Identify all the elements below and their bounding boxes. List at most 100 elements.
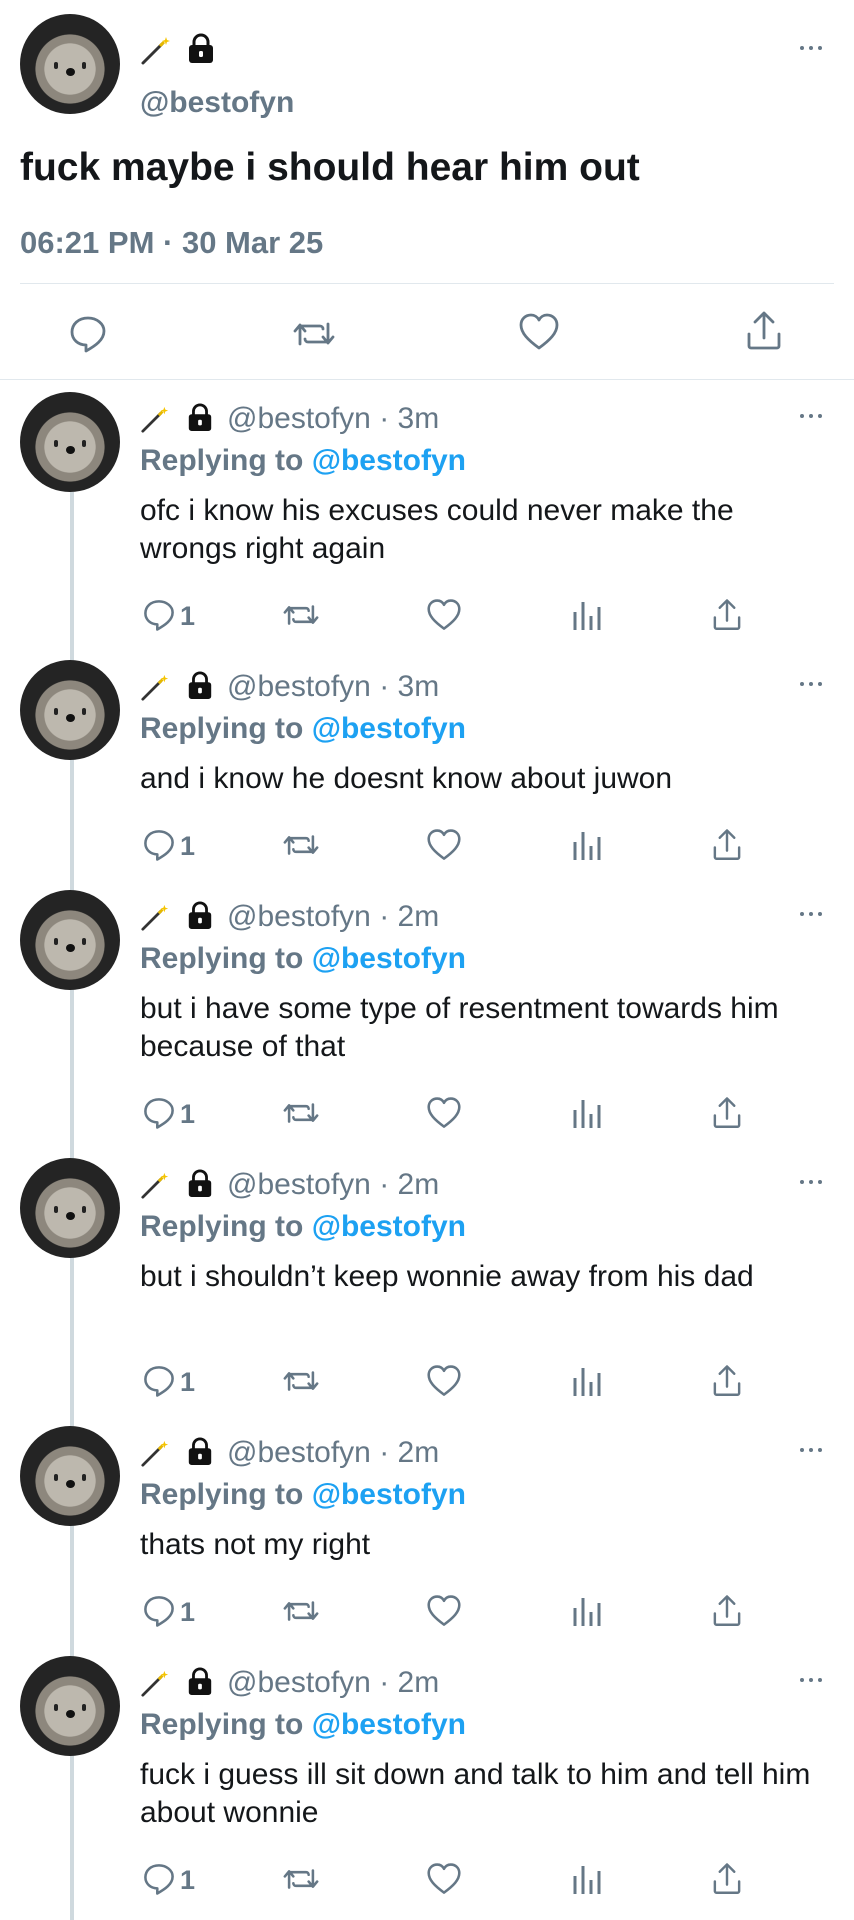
avatar[interactable]	[20, 1426, 120, 1526]
share-icon[interactable]	[710, 1862, 744, 1896]
handle-time[interactable]: @bestofyn · 2m	[227, 1168, 439, 1202]
handle-time[interactable]: @bestofyn · 2m	[227, 1436, 439, 1470]
avatar-nose	[66, 1480, 75, 1488]
reply-icon[interactable]	[142, 1862, 176, 1896]
replying-to: Replying to @bestofyn	[140, 1708, 466, 1742]
avatar-eye	[54, 938, 58, 945]
mention-link[interactable]: @bestofyn	[312, 942, 466, 975]
mention-link[interactable]: @bestofyn	[312, 1708, 466, 1741]
lock-icon	[186, 32, 216, 64]
magic-wand-icon	[140, 1668, 170, 1698]
retweet-icon[interactable]	[282, 1862, 320, 1896]
analytics-icon[interactable]	[570, 1862, 604, 1896]
share-icon[interactable]	[710, 1594, 744, 1628]
retweet-icon[interactable]	[282, 1364, 320, 1398]
more-icon[interactable]	[798, 910, 824, 918]
avatar[interactable]	[20, 1158, 120, 1258]
replying-to: Replying to @bestofyn	[140, 712, 466, 746]
retweet-icon[interactable]	[282, 828, 320, 862]
mention-link[interactable]: @bestofyn	[312, 1478, 466, 1511]
avatar[interactable]	[20, 890, 120, 990]
share-icon[interactable]	[710, 1364, 744, 1398]
avatar-nose	[66, 68, 75, 76]
avatar-eye	[82, 440, 86, 447]
tweet-text: ofc i know his excuses could never make …	[140, 494, 734, 565]
reply-count: 1	[180, 1597, 196, 1627]
handle-time[interactable]: @bestofyn · 3m	[227, 670, 439, 704]
heart-icon[interactable]	[518, 312, 560, 352]
avatar[interactable]	[20, 660, 120, 760]
replying-label: Replying to	[140, 1478, 304, 1511]
avatar-eye	[54, 1474, 58, 1481]
replying-label: Replying to	[140, 1210, 304, 1243]
replying-to: Replying to @bestofyn	[140, 1210, 466, 1244]
avatar-nose	[66, 1212, 75, 1220]
magic-wand-icon	[140, 404, 170, 434]
reply-icon[interactable]	[142, 1594, 176, 1628]
more-icon[interactable]	[798, 44, 824, 52]
share-icon[interactable]	[710, 1096, 744, 1130]
timestamp[interactable]: 06:21 PM · 30 Mar 25	[20, 225, 323, 261]
handle-time[interactable]: @bestofyn · 2m	[227, 1666, 439, 1700]
reply-icon[interactable]	[142, 1364, 176, 1398]
more-icon[interactable]	[798, 1178, 824, 1186]
handle-time[interactable]: @bestofyn · 2m	[227, 900, 439, 934]
heart-icon[interactable]	[426, 1096, 462, 1130]
retweet-icon[interactable]	[282, 1594, 320, 1628]
retweet-icon[interactable]	[282, 598, 320, 632]
analytics-icon[interactable]	[570, 1594, 604, 1628]
reply-count: 1	[180, 1367, 196, 1397]
reply-count: 1	[180, 1865, 196, 1895]
reply-icon[interactable]	[142, 1096, 176, 1130]
analytics-icon[interactable]	[570, 828, 604, 862]
reply-icon[interactable]	[142, 598, 176, 632]
magic-wand-icon	[140, 672, 170, 702]
tweet-text: but i have some type of resentment towar…	[140, 992, 779, 1063]
more-icon[interactable]	[798, 412, 824, 420]
avatar[interactable]	[20, 14, 120, 114]
avatar-eye	[82, 1704, 86, 1711]
avatar[interactable]	[20, 1656, 120, 1756]
more-icon[interactable]	[798, 1446, 824, 1454]
avatar-eye	[82, 1206, 86, 1213]
retweet-icon[interactable]	[292, 314, 336, 354]
mention-link[interactable]: @bestofyn	[312, 1210, 466, 1243]
reply-icon[interactable]	[142, 828, 176, 862]
avatar-eye	[54, 1704, 58, 1711]
more-icon[interactable]	[798, 680, 824, 688]
analytics-icon[interactable]	[570, 1364, 604, 1398]
replying-to: Replying to @bestofyn	[140, 942, 466, 976]
heart-icon[interactable]	[426, 1862, 462, 1896]
magic-wand-icon	[140, 902, 170, 932]
share-icon[interactable]	[744, 310, 784, 352]
handle[interactable]: @bestofyn	[140, 86, 294, 120]
avatar-nose	[66, 446, 75, 454]
analytics-icon[interactable]	[570, 598, 604, 632]
reply-count: 1	[180, 601, 196, 631]
tweet-text: fuck maybe i should hear him out	[20, 146, 640, 189]
reply-icon[interactable]	[68, 314, 108, 354]
more-icon[interactable]	[798, 1676, 824, 1684]
share-icon[interactable]	[710, 598, 744, 632]
magic-wand-icon	[140, 34, 172, 66]
heart-icon[interactable]	[426, 598, 462, 632]
magic-wand-icon	[140, 1438, 170, 1468]
avatar-eye	[82, 938, 86, 945]
avatar[interactable]	[20, 392, 120, 492]
share-icon[interactable]	[710, 828, 744, 862]
handle-time[interactable]: @bestofyn · 3m	[227, 402, 439, 436]
lock-icon	[186, 402, 214, 432]
tweet-text: and i know he doesnt know about juwon	[140, 762, 673, 795]
retweet-icon[interactable]	[282, 1096, 320, 1130]
avatar-eye	[54, 708, 58, 715]
heart-icon[interactable]	[426, 1594, 462, 1628]
mention-link[interactable]: @bestofyn	[312, 444, 466, 477]
replying-label: Replying to	[140, 712, 304, 745]
avatar-eye	[54, 440, 58, 447]
mention-link[interactable]: @bestofyn	[312, 712, 466, 745]
heart-icon[interactable]	[426, 1364, 462, 1398]
replying-label: Replying to	[140, 444, 304, 477]
avatar-eye	[54, 62, 58, 69]
heart-icon[interactable]	[426, 828, 462, 862]
analytics-icon[interactable]	[570, 1096, 604, 1130]
